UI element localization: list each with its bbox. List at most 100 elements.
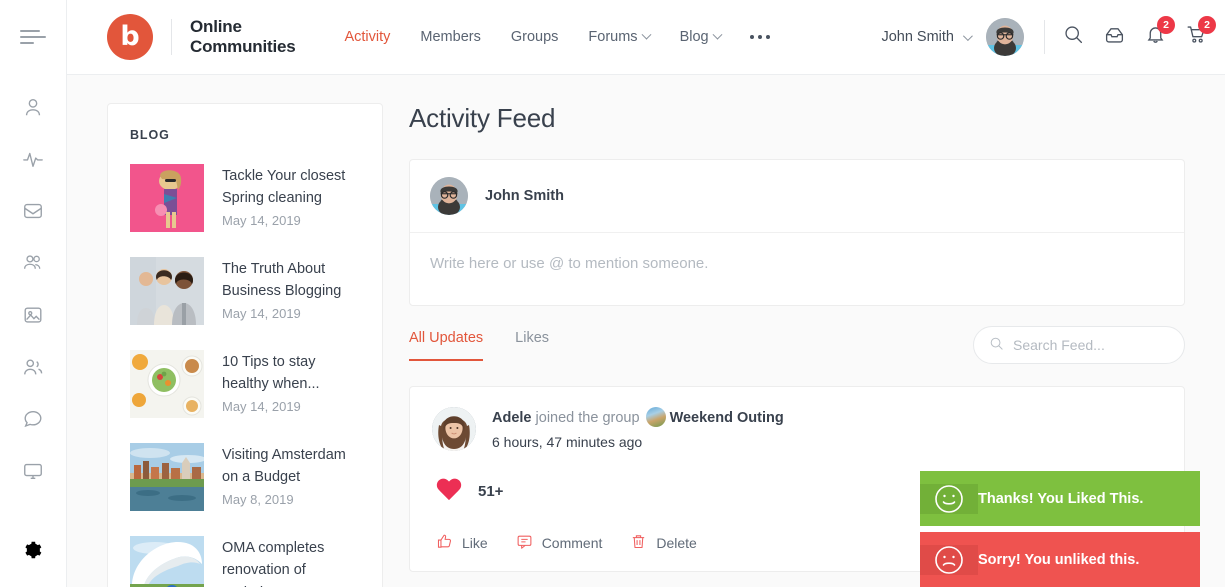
header-divider xyxy=(1044,20,1045,54)
notifications-button[interactable]: 2 xyxy=(1145,24,1166,50)
blog-sidebar: BLOG xyxy=(67,75,387,587)
chevron-down-icon[interactable] xyxy=(963,31,973,41)
search-icon xyxy=(1063,24,1084,50)
activity-timestamp: 6 hours, 47 minutes ago xyxy=(492,434,784,450)
left-icon-rail xyxy=(0,0,67,587)
sidebar-item-profile[interactable] xyxy=(0,83,66,135)
ellipsis-dot-icon xyxy=(758,35,762,39)
sidebar-item-friends[interactable] xyxy=(0,343,66,395)
toast-stack: Thanks! You Liked This. Sorry! You unlik… xyxy=(920,471,1200,587)
search-input[interactable]: Search Feed... xyxy=(973,326,1185,364)
nav-item-label: Members xyxy=(420,29,480,45)
group-avatar[interactable] xyxy=(646,407,666,427)
search-button[interactable] xyxy=(1063,24,1084,50)
avatar[interactable] xyxy=(986,18,1024,56)
list-item[interactable]: Visiting Amsterdam on a Budget May 8, 20… xyxy=(130,443,360,511)
ellipsis-dot-icon xyxy=(766,35,770,39)
nav-item-members[interactable]: Members xyxy=(405,29,495,45)
avatar[interactable] xyxy=(432,407,476,451)
delete-button[interactable]: Delete xyxy=(630,533,696,553)
activity-description: Adele joined the group Weekend Outing xyxy=(492,407,784,430)
blog-widget-title: BLOG xyxy=(130,128,360,142)
sidebar-item-groups[interactable] xyxy=(0,239,66,291)
ellipsis-dot-icon xyxy=(750,35,754,39)
brand[interactable]: b Online Communities xyxy=(107,14,295,60)
blog-thumbnail xyxy=(130,257,204,325)
blog-item-body: 10 Tips to stay healthy when... May 14, … xyxy=(222,350,360,418)
messages-button[interactable] xyxy=(1104,24,1125,50)
nav-item-label: Groups xyxy=(511,29,559,45)
toast-success-message: Thanks! You Liked This. xyxy=(978,491,1143,507)
cart-button[interactable]: 2 xyxy=(1186,24,1207,50)
nav-more-button[interactable] xyxy=(736,35,784,39)
blog-item-title[interactable]: Tackle Your closest Spring cleaning xyxy=(222,165,360,210)
sidebar-item-activity[interactable] xyxy=(0,135,66,187)
post-textarea[interactable]: Write here or use @ to mention someone. xyxy=(410,233,1184,305)
toast-success[interactable]: Thanks! You Liked This. xyxy=(920,471,1200,526)
page-root: b Online Communities Activity Members Gr… xyxy=(0,0,1225,587)
inbox-icon xyxy=(22,200,44,227)
comment-button[interactable]: Comment xyxy=(516,533,603,553)
blog-item-title[interactable]: OMA completes renovation of Sotheby's Ne… xyxy=(222,537,360,587)
activity-action-text: joined the group xyxy=(536,410,640,426)
sidebar-item-photos[interactable] xyxy=(0,291,66,343)
activity-user-name[interactable]: Adele xyxy=(492,410,532,426)
hamburger-icon[interactable] xyxy=(20,30,46,46)
header-right: John Smith xyxy=(881,18,1207,56)
brand-name: Online Communities xyxy=(190,17,295,56)
comment-icon xyxy=(516,533,533,553)
list-item[interactable]: Tackle Your closest Spring cleaning May … xyxy=(130,164,360,232)
tab-label: All Updates xyxy=(409,330,483,346)
primary-nav: Activity Members Groups Forums Blog xyxy=(329,29,783,45)
blog-item-title[interactable]: The Truth About Business Blogging xyxy=(222,258,360,303)
blog-item-date: May 14, 2019 xyxy=(222,306,360,321)
tab-likes[interactable]: Likes xyxy=(515,330,549,361)
header-icon-group: 2 2 xyxy=(1063,24,1207,50)
rail-item-list xyxy=(0,75,66,517)
like-button-label: Like xyxy=(462,535,488,551)
cart-badge: 2 xyxy=(1198,16,1216,34)
like-button[interactable]: Like xyxy=(436,533,488,553)
nav-item-activity[interactable]: Activity xyxy=(329,29,405,45)
smiley-sad-icon xyxy=(920,545,978,575)
feed-toolbar: All Updates Likes Search Feed... xyxy=(409,326,1185,364)
activity-pulse-icon xyxy=(22,148,44,175)
blog-item-title[interactable]: Visiting Amsterdam on a Budget xyxy=(222,444,360,489)
groups-icon xyxy=(22,251,45,279)
sidebar-item-settings[interactable] xyxy=(0,517,66,587)
nav-item-label: Activity xyxy=(344,29,390,45)
logo-glyph: b xyxy=(120,23,139,50)
sidebar-item-forums[interactable] xyxy=(0,395,66,447)
feed-tabs: All Updates Likes xyxy=(409,330,581,361)
brand-name-line1: Online xyxy=(190,17,295,37)
sidebar-item-messages[interactable] xyxy=(0,187,66,239)
nav-item-groups[interactable]: Groups xyxy=(496,29,574,45)
chevron-down-icon xyxy=(712,29,722,39)
nav-item-label: Forums xyxy=(588,29,637,45)
toast-error-message: Sorry! You unliked this. xyxy=(978,552,1139,568)
blog-item-body: OMA completes renovation of Sotheby's Ne… xyxy=(222,536,360,587)
comment-button-label: Comment xyxy=(542,535,603,551)
activity-group-name[interactable]: Weekend Outing xyxy=(670,410,784,426)
toast-error[interactable]: Sorry! You unliked this. xyxy=(920,532,1200,587)
nav-item-label: Blog xyxy=(680,29,709,45)
tab-all-updates[interactable]: All Updates xyxy=(409,330,483,361)
blog-item-body: The Truth About Business Blogging May 14… xyxy=(222,257,360,325)
brand-divider xyxy=(171,19,172,55)
blog-thumbnail xyxy=(130,536,204,587)
list-item[interactable]: The Truth About Business Blogging May 14… xyxy=(130,257,360,325)
chat-icon xyxy=(22,408,44,435)
nav-item-forums[interactable]: Forums xyxy=(573,29,664,45)
trash-icon xyxy=(630,533,647,553)
list-item[interactable]: 10 Tips to stay healthy when... May 14, … xyxy=(130,350,360,418)
page-title: Activity Feed xyxy=(409,103,1185,134)
avatar[interactable] xyxy=(430,177,468,215)
sidebar-item-courses[interactable] xyxy=(0,447,66,499)
blog-item-title[interactable]: 10 Tips to stay healthy when... xyxy=(222,351,360,396)
list-item[interactable]: OMA completes renovation of Sotheby's Ne… xyxy=(130,536,360,587)
nav-item-blog[interactable]: Blog xyxy=(665,29,736,45)
search-placeholder: Search Feed... xyxy=(1013,337,1105,353)
composer-header: John Smith xyxy=(410,160,1184,233)
site-logo-icon: b xyxy=(107,14,153,60)
blog-widget: BLOG xyxy=(107,103,383,587)
